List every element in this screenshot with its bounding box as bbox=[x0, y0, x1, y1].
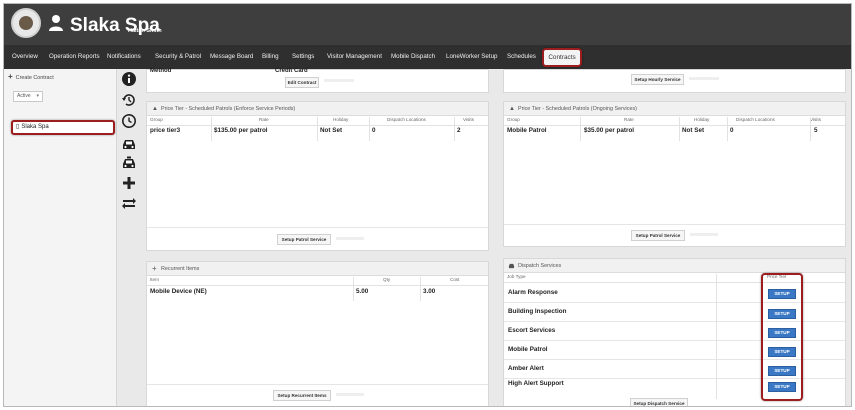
user-icon bbox=[49, 15, 63, 31]
enforce-price-tier-panel: ▲ Price Tier - Scheduled Patrols (Enforce… bbox=[146, 101, 489, 251]
add-icon[interactable] bbox=[121, 175, 137, 191]
table-row: Mobile Device (NE) 5.00 3.00 bbox=[150, 288, 436, 295]
setup-dispatch-service-button[interactable]: Setup Dispatch Service bbox=[630, 398, 688, 406]
setup-patrol-service-button[interactable]: Setup Patrol Service bbox=[631, 230, 685, 241]
nav-message-board[interactable]: Message Board bbox=[210, 45, 253, 69]
taxi-icon[interactable] bbox=[121, 155, 137, 171]
clock-icon[interactable] bbox=[121, 113, 137, 129]
setup-hourly-service-button[interactable]: Setup Hourly Service bbox=[631, 74, 684, 85]
ongoing-price-tier-panel: ▲ Price Tier - Scheduled Patrols (Ongoing… bbox=[503, 101, 846, 247]
setup-buttons-highlight bbox=[761, 273, 803, 401]
logo bbox=[11, 8, 41, 38]
panel-header: ▲ Price Tier - Scheduled Patrols (Enforce… bbox=[147, 102, 488, 116]
site-subtitle: Haitan Smith bbox=[128, 28, 162, 34]
disabled-button bbox=[690, 233, 718, 236]
billing-method-strip: Method Credit Card Edit Contract bbox=[146, 68, 489, 93]
info-icon[interactable] bbox=[121, 71, 137, 87]
main-nav: Overview Operation Reports Notifications… bbox=[4, 45, 851, 69]
nav-notifications[interactable]: Notifications bbox=[107, 45, 141, 69]
disabled-button bbox=[689, 77, 719, 80]
disabled-button bbox=[336, 393, 364, 396]
table-row: Mobile Patrol $35.00 per patrol Not Set … bbox=[507, 127, 818, 134]
nav-visitor-management[interactable]: Visitor Management bbox=[327, 45, 382, 69]
nav-billing[interactable]: Billing bbox=[262, 45, 279, 69]
create-contract-button[interactable]: + Create Contract bbox=[8, 72, 54, 81]
plus-icon: + bbox=[8, 72, 13, 81]
exchange-icon[interactable] bbox=[121, 195, 137, 211]
nav-settings[interactable]: Settings bbox=[292, 45, 314, 69]
edit-contract-button[interactable]: Edit Contract bbox=[285, 77, 319, 88]
car-icon[interactable] bbox=[121, 136, 137, 152]
contract-list-item[interactable]: ▯ Slaka Spa bbox=[11, 120, 115, 135]
warning-icon: ▲ bbox=[152, 106, 158, 112]
table-header: Group Rate Holiday Dispatch Locations Vi… bbox=[504, 117, 845, 126]
app-window: Slaka Spa Haitan Smith Overview Operatio… bbox=[3, 3, 852, 407]
app-header: Slaka Spa Haitan Smith bbox=[4, 4, 851, 45]
status-filter-select[interactable]: Active ▾ bbox=[13, 91, 43, 102]
warning-icon: ▲ bbox=[509, 106, 515, 112]
nav-security-patrol[interactable]: Security & Patrol bbox=[155, 45, 201, 69]
panel-header: ▲ Price Tier - Scheduled Patrols (Ongoing… bbox=[504, 102, 845, 116]
panel-header: + Recurrent Items bbox=[147, 262, 488, 276]
nav-mobile-dispatch[interactable]: Mobile Dispatch bbox=[391, 45, 435, 69]
document-icon: ▯ bbox=[16, 124, 20, 130]
history-icon[interactable] bbox=[121, 92, 137, 108]
nav-loneworker-setup[interactable]: LoneWorker Setup bbox=[446, 45, 497, 69]
panel-header: Dispatch Services bbox=[504, 259, 845, 273]
disabled-button bbox=[336, 237, 364, 240]
nav-overview[interactable]: Overview bbox=[12, 45, 38, 69]
disabled-button bbox=[324, 79, 354, 82]
setup-recurrent-items-button[interactable]: Setup Recurrent Items bbox=[273, 390, 331, 401]
setup-patrol-service-button[interactable]: Setup Patrol Service bbox=[277, 234, 331, 245]
nav-operation-reports[interactable]: Operation Reports bbox=[49, 45, 100, 69]
nav-schedules[interactable]: Schedules bbox=[507, 45, 536, 69]
chevron-down-icon: ▾ bbox=[36, 93, 39, 99]
hourly-service-strip: Setup Hourly Service bbox=[503, 69, 846, 93]
method-label: Method bbox=[150, 68, 172, 74]
car-icon bbox=[508, 263, 515, 269]
recurrent-items-panel: + Recurrent Items Item Qty Cost Mobile De… bbox=[146, 261, 489, 406]
action-icon-column bbox=[118, 69, 140, 406]
table-header: Item Qty Cost bbox=[147, 277, 488, 286]
plus-icon: + bbox=[152, 264, 157, 273]
method-value: Credit Card bbox=[275, 68, 308, 74]
table-row: price tier3 $135.00 per patrol Not Set 0… bbox=[150, 127, 461, 134]
nav-contracts[interactable]: Contracts bbox=[542, 48, 582, 67]
